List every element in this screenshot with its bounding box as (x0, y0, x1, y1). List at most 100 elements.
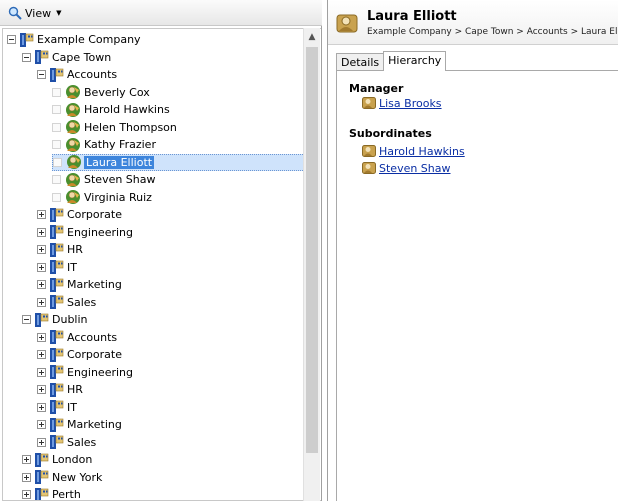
tree-ou-item[interactable]: Marketing (37, 276, 122, 293)
expand-icon[interactable] (37, 262, 46, 272)
tree-item-label: New York (52, 470, 103, 484)
tree-ou-item[interactable]: Accounts (37, 329, 117, 346)
expand-icon[interactable] (37, 420, 46, 429)
tree-ou-item[interactable]: Dublin (22, 311, 88, 328)
user-avatar-icon (66, 154, 82, 170)
tree-item-label: London (52, 453, 93, 466)
tree-ou-item[interactable]: Cape Town (22, 49, 111, 66)
tab-details[interactable]: Details (336, 53, 385, 71)
tree-item-label: Cape Town (52, 50, 112, 64)
tree-ou-item[interactable]: Corporate (37, 346, 122, 363)
breadcrumb: Example Company > Cape Town > Accounts >… (367, 27, 618, 37)
collapse-icon[interactable] (7, 35, 16, 44)
book-ou-icon (49, 434, 65, 450)
person-name: Laura Elliott (367, 9, 457, 24)
tree-user-item[interactable]: Laura Elliott (52, 153, 305, 171)
collapse-icon[interactable] (37, 70, 46, 79)
collapse-icon[interactable] (22, 52, 31, 62)
expand-icon[interactable] (37, 367, 46, 377)
tree-item-label: Engineering (67, 225, 133, 239)
tree-ou-item[interactable]: Sales (37, 434, 96, 451)
toolbar: View ▼ (0, 0, 322, 26)
tree-ou-item[interactable]: Corporate (37, 206, 122, 223)
subordinate-link[interactable]: Harold Hawkins (379, 145, 465, 158)
tree-item-label: HR (67, 383, 83, 396)
expand-icon[interactable] (37, 332, 46, 342)
tree-item-label: Steven Shaw (84, 173, 156, 186)
tree-ou-item[interactable]: Engineering (37, 364, 133, 381)
tree-checkbox[interactable] (53, 157, 62, 167)
expand-icon[interactable] (22, 455, 31, 464)
tree-item-label: Accounts (67, 68, 118, 81)
tree-ou-item[interactable]: IT (37, 399, 77, 416)
tab-hierarchy[interactable]: Hierarchy (383, 51, 447, 71)
book-ou-icon (49, 382, 65, 398)
tree-checkbox[interactable] (52, 140, 61, 149)
details-header: Laura Elliott Example Company > Cape Tow… (328, 0, 618, 45)
tree-user-item[interactable]: Helen Thompson (52, 119, 177, 136)
tree-item-label: Sales (67, 295, 97, 309)
tree-checkbox[interactable] (52, 192, 61, 202)
book-ou-icon (49, 224, 65, 240)
collapse-icon[interactable] (22, 315, 31, 324)
tree-item-label: HR (67, 243, 83, 256)
tree-ou-item[interactable]: HR (37, 381, 83, 398)
expand-icon[interactable] (37, 210, 46, 219)
tree-ou-item[interactable]: London (22, 451, 92, 468)
tree-user-item[interactable]: Beverly Cox (52, 84, 150, 101)
book-ou-icon (49, 242, 65, 258)
chevron-down-icon: ▼ (56, 9, 62, 17)
expand-icon[interactable] (37, 297, 46, 307)
tree-ou-item[interactable]: New York (22, 469, 102, 486)
navigation-pane: View ▼ Example Company Cape Town Accounts B… (0, 0, 322, 501)
tree-user-item[interactable]: Virginia Ruiz (52, 189, 152, 206)
expand-icon[interactable] (37, 350, 46, 359)
book-ou-icon (49, 67, 65, 83)
scroll-up-arrow-icon[interactable]: ▲ (304, 28, 320, 45)
tree-checkbox[interactable] (52, 175, 61, 184)
org-tree: Example Company Cape Town Accounts Beverly … (2, 28, 321, 501)
tree-ou-item[interactable]: Accounts (37, 66, 117, 83)
tree-ou-item[interactable]: HR (37, 241, 83, 258)
tree-user-item[interactable]: Kathy Frazier (52, 136, 156, 153)
book-ou-icon (49, 364, 65, 380)
scrollbar-thumb[interactable] (306, 47, 318, 453)
tree-ou-item[interactable]: Engineering (37, 224, 133, 241)
view-menu-button[interactable]: View ▼ (4, 4, 66, 22)
tree-checkbox[interactable] (52, 87, 61, 97)
tree-item-label: Perth (52, 488, 81, 501)
tree-checkbox[interactable] (52, 105, 61, 114)
user-avatar-icon (65, 119, 81, 135)
tree-item-label: Laura Elliott (84, 155, 155, 169)
expand-icon[interactable] (22, 490, 31, 499)
tree-ou-item[interactable]: Example Company (7, 31, 141, 48)
expand-icon[interactable] (37, 227, 46, 237)
expand-icon[interactable] (22, 472, 31, 482)
tree-user-item[interactable]: Steven Shaw (52, 171, 156, 188)
user-avatar-icon (65, 102, 81, 118)
tree-user-item[interactable]: Harold Hawkins (52, 101, 170, 118)
expand-icon[interactable] (37, 245, 46, 254)
expand-icon[interactable] (37, 385, 46, 394)
book-ou-icon (49, 207, 65, 223)
expand-icon[interactable] (37, 280, 46, 289)
subordinate-link[interactable]: Steven Shaw (379, 162, 451, 175)
user-avatar-icon (362, 97, 376, 109)
tree-scrollbar[interactable]: ▲ (303, 28, 320, 501)
tree-ou-item[interactable]: IT (37, 259, 77, 276)
tree-item-label: Virginia Ruiz (84, 190, 152, 204)
expand-icon[interactable] (37, 402, 46, 412)
manager-link[interactable]: Lisa Brooks (379, 97, 442, 110)
tree-item-label: IT (67, 400, 77, 414)
expand-icon[interactable] (37, 437, 46, 447)
tree-ou-item[interactable]: Sales (37, 294, 96, 311)
tree-item-label: Beverly Cox (84, 85, 150, 99)
user-avatar-icon (65, 137, 81, 153)
tree-checkbox[interactable] (52, 122, 61, 132)
tree-ou-item[interactable]: Marketing (37, 416, 122, 433)
tree-item-label: Accounts (67, 330, 118, 344)
tree-item-label: Marketing (67, 418, 122, 431)
tree-item-label: Dublin (52, 313, 88, 326)
book-ou-icon (34, 312, 50, 328)
tree-ou-item[interactable]: Perth (22, 486, 81, 501)
